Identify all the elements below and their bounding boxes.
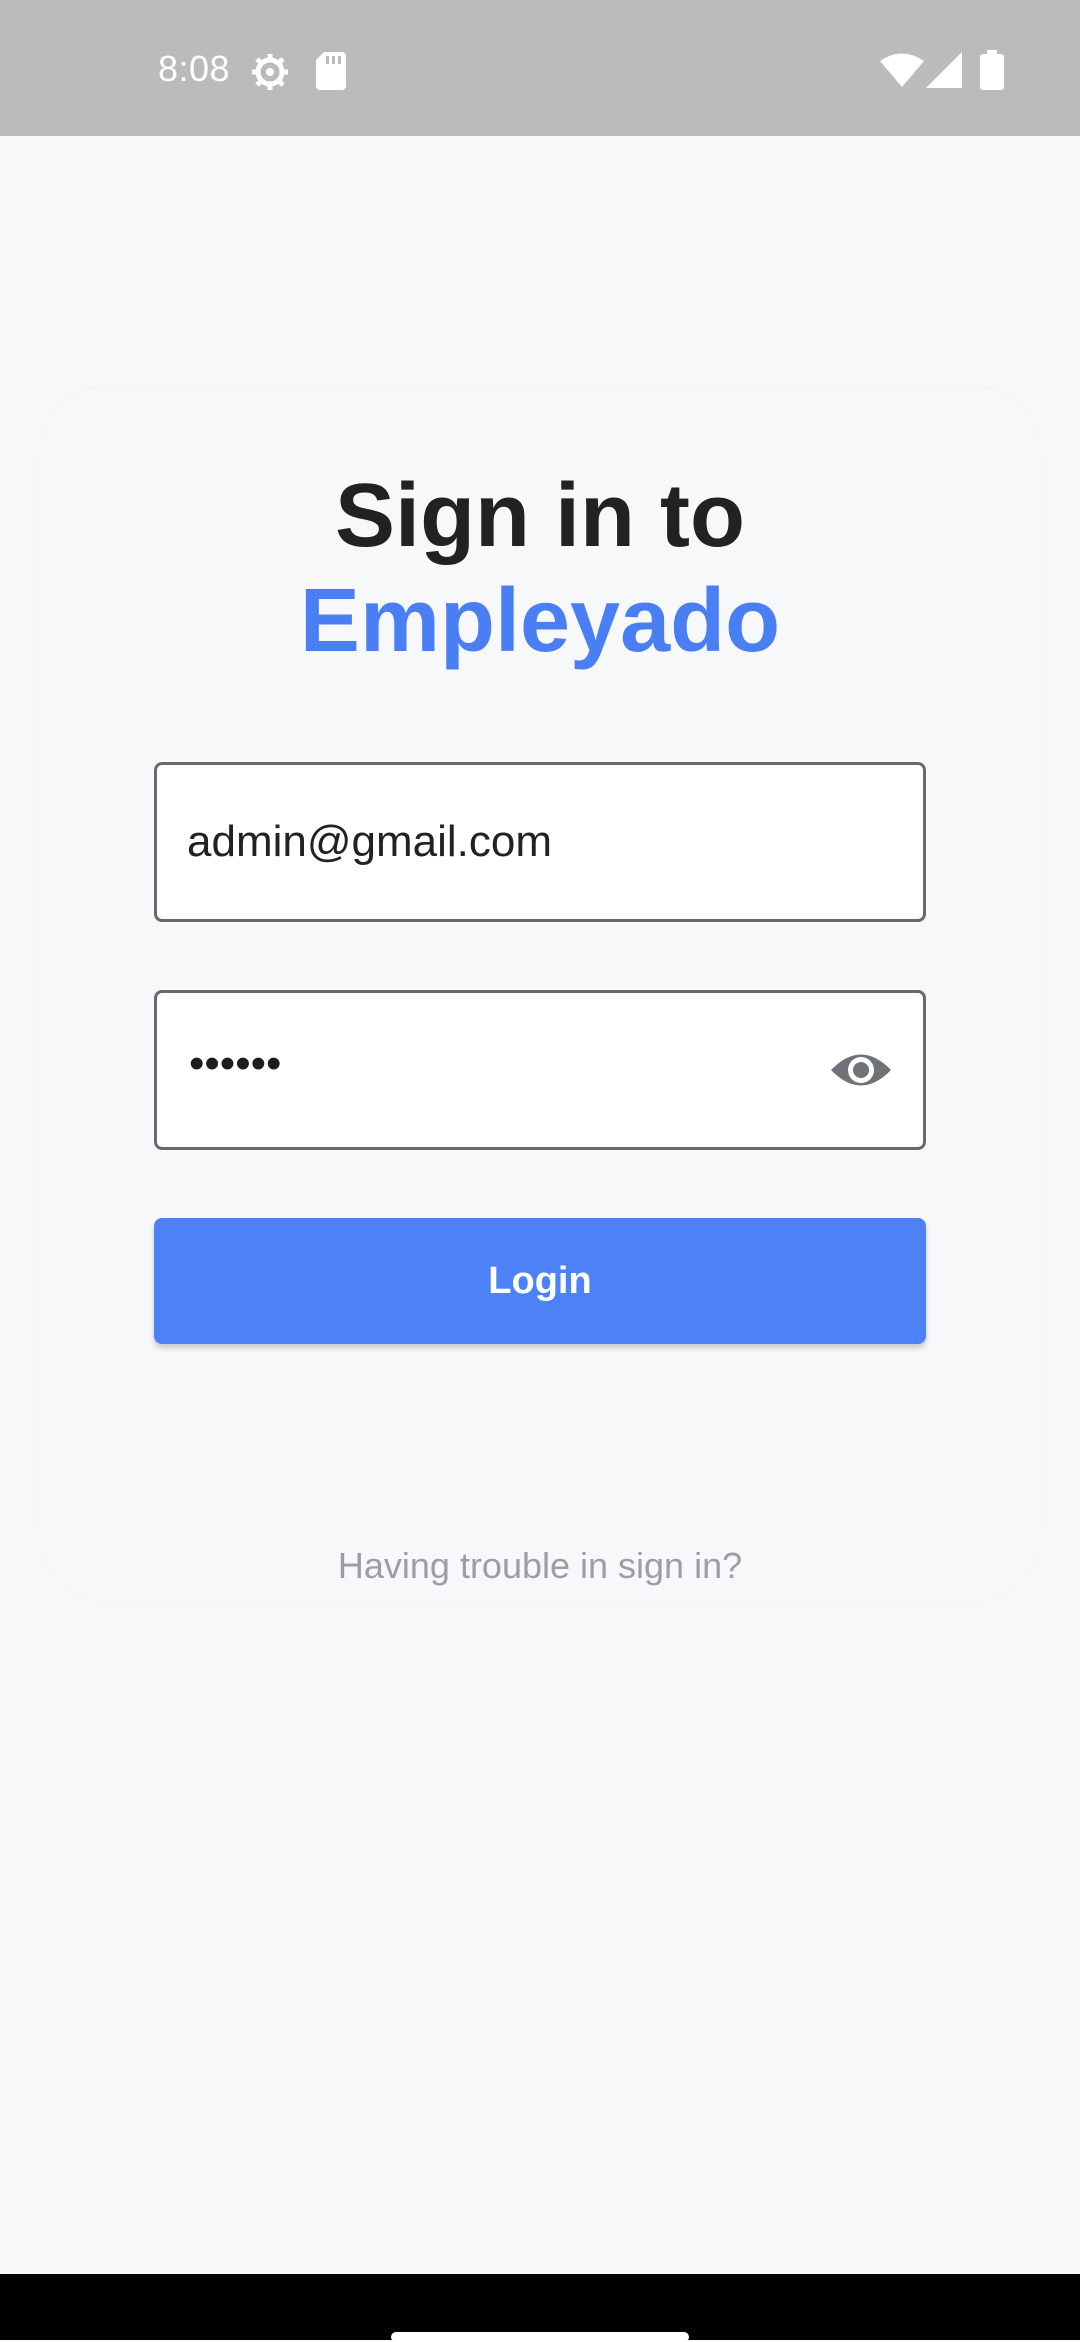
password-field[interactable]: •••••• bbox=[154, 990, 926, 1150]
trouble-signing-in-link[interactable]: Having trouble in sign in? bbox=[0, 1545, 1080, 1587]
gear-icon bbox=[252, 54, 288, 90]
home-indicator[interactable] bbox=[391, 2332, 689, 2342]
page-title: Sign in to bbox=[335, 466, 745, 566]
sd-card-icon bbox=[316, 52, 346, 90]
password-input[interactable]: •••••• bbox=[189, 1039, 281, 1089]
wifi-icon bbox=[880, 53, 924, 87]
status-bar: 8:08 bbox=[0, 0, 1080, 136]
app-name: Empleyado bbox=[299, 571, 781, 671]
battery-icon bbox=[980, 50, 1004, 90]
navigation-bar bbox=[0, 2274, 1080, 2340]
status-time: 8:08 bbox=[158, 48, 231, 89]
login-button[interactable]: Login bbox=[154, 1218, 926, 1344]
email-field[interactable] bbox=[154, 762, 926, 922]
eye-icon[interactable] bbox=[829, 1043, 893, 1097]
signal-icon bbox=[926, 52, 962, 88]
email-input[interactable] bbox=[187, 765, 827, 919]
